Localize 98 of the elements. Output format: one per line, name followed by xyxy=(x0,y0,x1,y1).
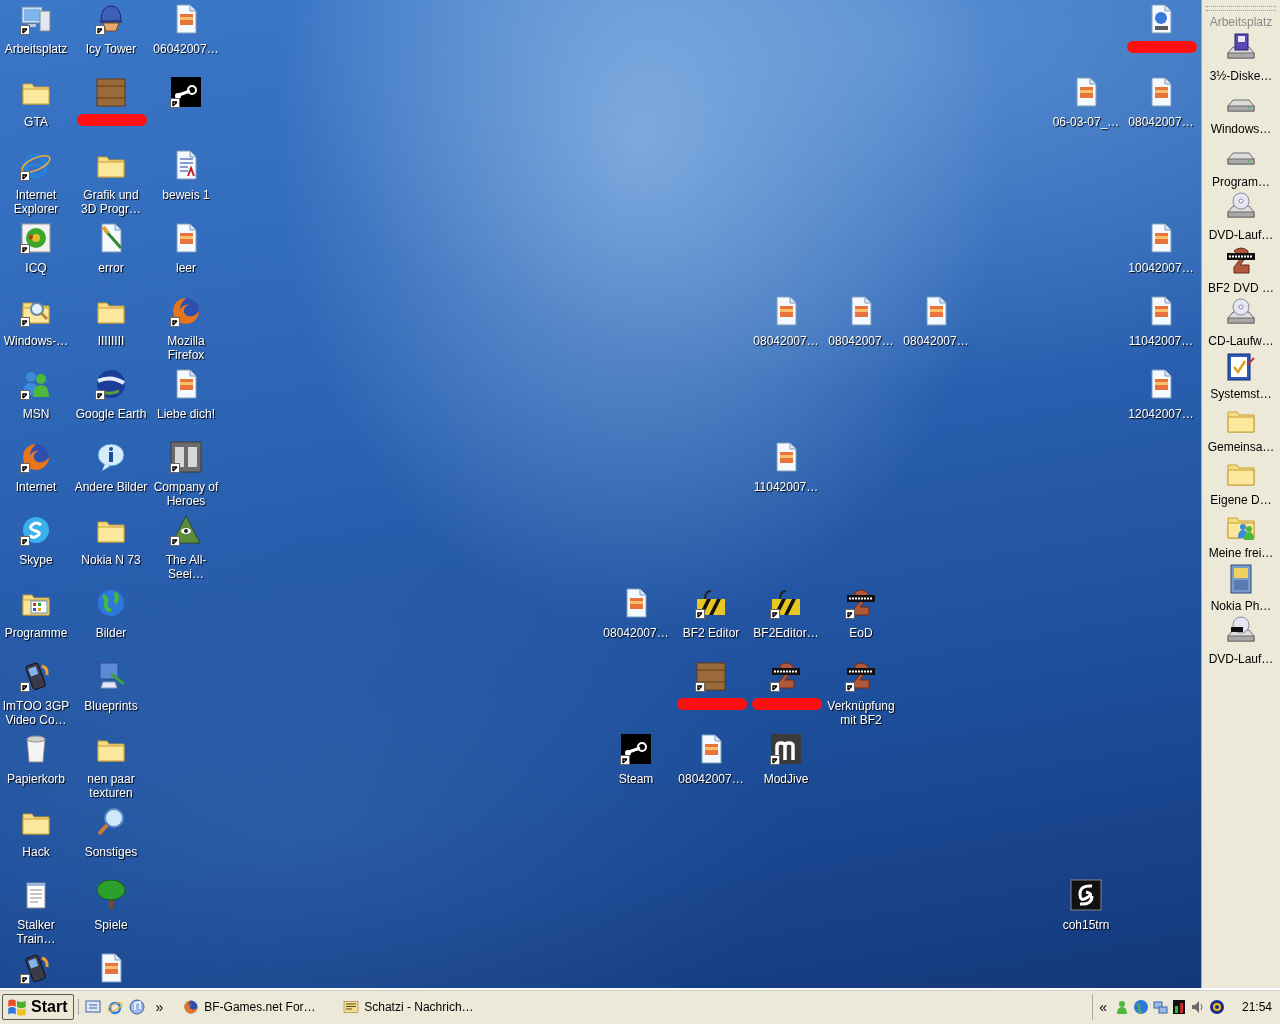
icon-label[interactable]: leer xyxy=(176,261,196,275)
icon-label[interactable]: BF2Editor… xyxy=(753,626,819,640)
icon-label[interactable]: 08042007… xyxy=(828,334,894,348)
icon-label[interactable]: beweis 1 xyxy=(162,188,210,202)
coh-logo-icon[interactable] xyxy=(170,441,202,473)
drive-label[interactable]: CD-Laufw… xyxy=(1208,334,1274,348)
start-button[interactable]: Start xyxy=(2,994,75,1020)
icon-label[interactable]: Nokia N 73 xyxy=(81,553,141,567)
icon-label[interactable]: Arbeitsplatz xyxy=(4,42,68,56)
icon-label[interactable]: Grafik und 3D Progr… xyxy=(74,188,148,216)
computer-icon[interactable] xyxy=(20,3,52,35)
icon-label[interactable]: GTA xyxy=(24,115,48,129)
icon-label[interactable]: coh15trn xyxy=(1062,918,1110,932)
icon-label[interactable]: Verknüpfung mit BF2 xyxy=(824,699,898,727)
message-icon xyxy=(343,999,360,1015)
drive-label[interactable]: Meine frei… xyxy=(1208,546,1274,560)
icon-label[interactable]: Stalker Train… xyxy=(0,918,73,946)
icon-label[interactable]: Bilder xyxy=(95,626,127,640)
icon-label[interactable]: Internet xyxy=(15,480,57,494)
icon-label[interactable]: 11042007… xyxy=(753,480,819,494)
drive-label[interactable]: DVD-Lauf… xyxy=(1208,652,1274,666)
icon-label[interactable]: Programme xyxy=(4,626,68,640)
icon-label[interactable]: Mozilla Firefox xyxy=(149,334,223,362)
icon-label[interactable]: EoD xyxy=(849,626,873,640)
magnifier-icon[interactable] xyxy=(95,806,127,838)
icon-label[interactable]: 08042007… xyxy=(903,334,969,348)
icon-label[interactable]: Google Earth xyxy=(75,407,147,421)
drive-label[interactable]: Systemst… xyxy=(1210,387,1272,401)
icon-label[interactable]: IIIIIIII xyxy=(97,334,125,348)
icon-label[interactable]: Icy Tower xyxy=(85,42,137,56)
drive-label[interactable]: Nokia Ph… xyxy=(1210,599,1272,613)
icon-label[interactable]: ModJive xyxy=(763,772,809,786)
modjive-logo-icon[interactable] xyxy=(770,733,802,765)
firefox-icon xyxy=(183,999,200,1015)
windows-flag-icon xyxy=(7,997,27,1017)
icon-label[interactable]: 06-03-07_… xyxy=(1052,115,1120,129)
firefox-icon[interactable] xyxy=(170,295,202,327)
drive-label[interactable]: 3½-Diske… xyxy=(1209,69,1273,83)
drive-label[interactable]: Eigene D… xyxy=(1210,493,1272,507)
globe-icon[interactable] xyxy=(1132,999,1149,1015)
skype-icon[interactable] xyxy=(20,514,52,546)
flower-icon[interactable] xyxy=(20,222,52,254)
swirl-logo-icon[interactable] xyxy=(1070,879,1102,911)
steam-icon[interactable] xyxy=(170,76,202,108)
icon-label[interactable]: Company of Heroes xyxy=(149,480,223,508)
icon-label[interactable]: Spiele xyxy=(94,918,128,932)
icon-label[interactable]: Blueprints xyxy=(84,699,138,713)
icon-label[interactable]: 08042007… xyxy=(1128,115,1194,129)
meter-icon[interactable] xyxy=(1170,999,1187,1015)
speaker-icon[interactable] xyxy=(1189,999,1206,1015)
expand-tray-button[interactable]: « xyxy=(1095,999,1111,1015)
globe-icon[interactable] xyxy=(95,587,127,619)
drive-label[interactable]: DVD-Lauf… xyxy=(1208,228,1274,242)
icon-label[interactable]: Liebe dich! xyxy=(156,407,215,421)
icon-label[interactable]: ImTOO 3GP Video Co… xyxy=(0,699,73,727)
steam-icon[interactable] xyxy=(620,733,652,765)
icon-label[interactable]: 11042007… xyxy=(1128,334,1194,348)
network-icon[interactable] xyxy=(1151,999,1168,1015)
drive-label[interactable]: BF2 DVD … xyxy=(1208,281,1274,295)
icon-label[interactable]: Windows-… xyxy=(3,334,69,348)
icon-label[interactable]: Sonstiges xyxy=(84,845,138,859)
icon-label[interactable]: Papierkorb xyxy=(7,772,65,786)
drive-label[interactable]: Windows… xyxy=(1210,122,1272,136)
icon-label[interactable]: error xyxy=(98,261,124,275)
toolbar-title: Arbeitsplatz xyxy=(1209,15,1273,31)
icon-label[interactable]: 06042007… xyxy=(153,42,219,56)
icon-label[interactable]: MSN xyxy=(22,407,50,421)
icon-label[interactable]: 10042007… xyxy=(1128,261,1194,275)
icon-label[interactable]: The All-Seei… xyxy=(149,553,223,581)
icon-label[interactable]: 08042007… xyxy=(678,772,744,786)
crate-icon[interactable] xyxy=(695,660,727,692)
battlefield-logo-icon[interactable] xyxy=(770,660,802,692)
icon-label[interactable]: ICQ xyxy=(25,261,47,275)
overflow-button[interactable]: » xyxy=(151,999,168,1015)
drive-label[interactable]: Program… xyxy=(1212,175,1270,189)
clock: 21:54 xyxy=(1241,1000,1272,1014)
music-note-icon[interactable] xyxy=(129,999,146,1015)
target-icon[interactable] xyxy=(1208,999,1225,1015)
checklist-icon[interactable] xyxy=(1225,351,1257,383)
globe-e-icon[interactable] xyxy=(107,999,124,1015)
firefox-icon[interactable] xyxy=(20,441,52,473)
battlefield-logo-icon[interactable] xyxy=(845,660,877,692)
info-icon[interactable] xyxy=(95,441,127,473)
earth-globe-icon[interactable] xyxy=(95,368,127,400)
icon-label[interactable]: Steam xyxy=(618,772,654,786)
drive-label[interactable]: Gemeinsa… xyxy=(1207,440,1275,454)
icon-label[interactable]: Internet Explorer xyxy=(0,188,73,216)
icon-label[interactable]: Skype xyxy=(19,553,53,567)
icon-label[interactable]: Andere Bilder xyxy=(74,480,148,494)
toolbar-grip[interactable] xyxy=(1206,6,1276,11)
icon-label[interactable]: BF2 Editor xyxy=(682,626,740,640)
icon-label[interactable]: Hack xyxy=(22,845,50,859)
icon-label[interactable]: 08042007… xyxy=(603,626,669,640)
icon-label[interactable]: 08042007… xyxy=(753,334,819,348)
battlefield-logo-icon[interactable] xyxy=(1225,245,1257,277)
icon-label[interactable]: 12042007… xyxy=(1128,407,1194,421)
battlefield-logo-icon[interactable] xyxy=(845,587,877,619)
icon-label[interactable]: nen paar texturen xyxy=(74,772,148,800)
